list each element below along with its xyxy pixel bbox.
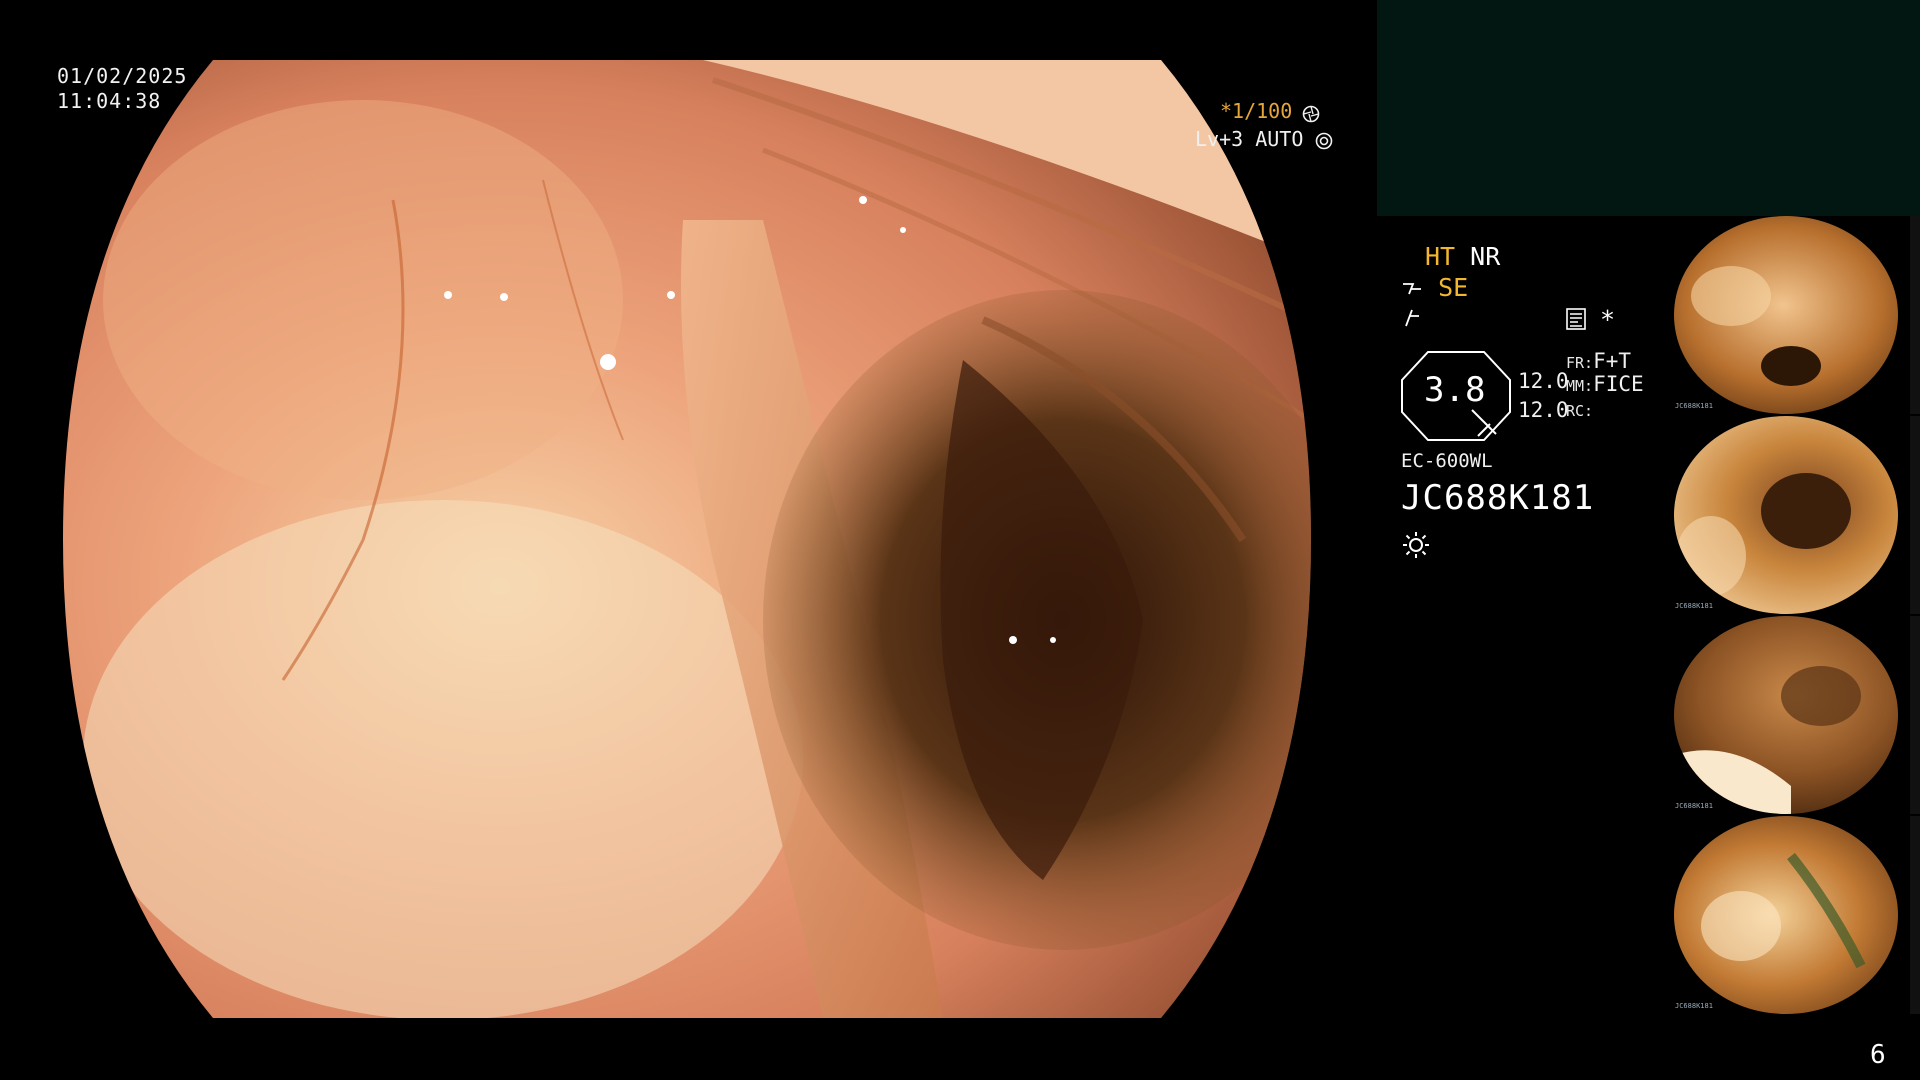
thumbnail-separator [1910, 816, 1920, 1014]
shutter-indicator: *1/100 [1220, 99, 1320, 123]
structure-enhance-icon [1403, 283, 1421, 295]
zoom-indicator: 3.8 [1400, 350, 1512, 442]
iris-icon [1316, 132, 1333, 149]
se-label: SE [1438, 273, 1469, 302]
nr-label: NR [1470, 242, 1501, 271]
brightness-indicator: Lv+3 AUTO [1195, 127, 1333, 151]
capture-thumbnail[interactable]: JC688K181 [1671, 816, 1920, 1014]
rc-label: RC: [1566, 402, 1594, 420]
thumbnail-caption: JC688K181 [1675, 1002, 1713, 1010]
thumbnail-caption: JC688K181 [1675, 602, 1713, 610]
info-panel-header [1377, 0, 1920, 216]
endoscope-view [63, 60, 1311, 1018]
mm-row: MM:FICE [1566, 372, 1644, 396]
zoom-value: 3.8 [1424, 370, 1486, 410]
mm-label: MM: [1566, 377, 1594, 395]
scope-serial: JC688K181 [1401, 478, 1595, 518]
capture-thumbnail[interactable]: JC688K181 [1671, 216, 1920, 414]
setting-value-1: 12.0 [1518, 369, 1569, 393]
mode-row-ht-nr: HT NR [1425, 242, 1500, 272]
mm-value: FICE [1593, 372, 1644, 396]
capture-thumbnail[interactable]: JC688K181 [1671, 416, 1920, 614]
ht-label: HT [1425, 242, 1456, 271]
thumbnail-caption: JC688K181 [1675, 402, 1713, 410]
memo-icon [1566, 308, 1586, 334]
date-text: 01/02/2025 [57, 64, 188, 88]
thumbnail-separator [1910, 216, 1920, 414]
fr-label: FR: [1566, 354, 1594, 372]
light-icon [1401, 530, 1431, 564]
page-number: 6 [1870, 1040, 1886, 1070]
fr-value: F+T [1593, 349, 1632, 373]
shutter-value: *1/100 [1220, 99, 1293, 123]
thumbnail-caption: JC688K181 [1675, 802, 1713, 810]
capture-thumbnail[interactable]: JC688K181 [1671, 616, 1920, 814]
thumbnail-separator [1910, 416, 1920, 614]
scope-model: EC-600WL [1401, 450, 1493, 472]
thumbnail-separator [1910, 616, 1920, 814]
brightness-level: Lv+3 [1195, 127, 1244, 151]
rc-row: RC: [1566, 401, 1593, 420]
wave-icon [1403, 308, 1423, 332]
brightness-mode: AUTO [1255, 127, 1304, 151]
shutter-icon [1302, 105, 1320, 122]
setting-value-2: 12.0 [1518, 398, 1569, 422]
star-indicator: * [1600, 305, 1616, 334]
mode-row-se: SE [1401, 273, 1468, 303]
fr-row: FR:F+T [1566, 349, 1631, 373]
time-text: 11:04:38 [57, 89, 162, 113]
